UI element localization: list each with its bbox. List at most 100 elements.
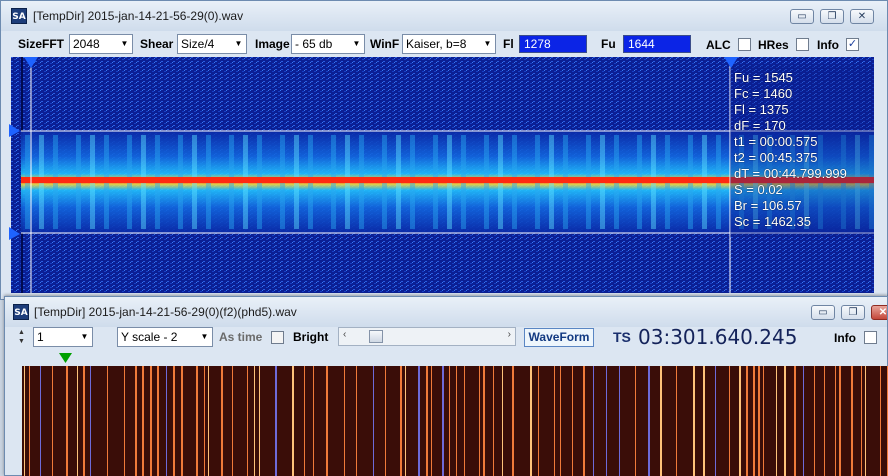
image-select[interactable]: - 65 db ▼ (291, 34, 365, 54)
spin-buttons[interactable]: ▲ ▼ (18, 328, 30, 346)
bright-label: Bright (293, 330, 329, 344)
phase-stripe (502, 366, 503, 476)
timestamp-display: 03:301.640.245 (638, 325, 798, 349)
sizefft-select[interactable]: 2048 ▼ (69, 34, 133, 54)
phase-stripe (729, 366, 730, 476)
restore-button[interactable]: ❐ (841, 305, 865, 320)
phase-stripe (259, 366, 260, 476)
readout-line: dF = 170 (734, 118, 786, 133)
sizefft-label: SizeFFT (18, 37, 65, 51)
phase-stripe (90, 366, 91, 476)
phase-stripe (418, 366, 420, 476)
check-icon: ✓ (847, 38, 858, 50)
phase-stripe (693, 366, 695, 476)
t2-marker-triangle-icon[interactable] (723, 57, 739, 69)
phase-stripe (593, 366, 594, 476)
phase-stripe (405, 366, 406, 476)
phase-stripe (83, 366, 85, 476)
phase-stripe (554, 366, 555, 476)
yscale-select[interactable]: Y scale - 2 ▼ (117, 327, 213, 347)
restore-button[interactable]: ❐ (820, 9, 844, 24)
phase-stripe (456, 366, 457, 476)
winf-label: WinF (370, 37, 400, 51)
fu-marker-triangle-icon[interactable] (9, 124, 21, 138)
as-time-checkbox[interactable] (271, 331, 284, 344)
winf-select[interactable]: Kaiser, b=8 ▼ (402, 34, 496, 54)
measurement-readout: Fu = 1545 Fc = 1460 Fl = 1375 dF = 170 t… (734, 70, 847, 230)
phase-stripe (464, 366, 465, 476)
readout-line: t2 = 00:45.375 (734, 150, 818, 165)
spectrogram-window: SA [TempDir] 2015-jan-14-21-56-29(0).wav… (0, 0, 888, 300)
hres-label: HRes (758, 38, 789, 52)
phase-display[interactable] (22, 366, 888, 476)
phase-stripe (479, 366, 480, 476)
phase-stripe (232, 366, 233, 476)
readout-line: Sc = 1462.35 (734, 214, 811, 229)
channel-select[interactable]: 1 ▼ (33, 327, 93, 347)
phase-stripe (824, 366, 825, 476)
waveform-button[interactable]: WaveForm (524, 328, 594, 347)
alc-checkbox[interactable] (738, 38, 751, 51)
info-checkbox[interactable]: ✓ (846, 38, 859, 51)
bright-slider[interactable]: ‹ › (338, 327, 516, 346)
spin-up-icon[interactable]: ▲ (18, 328, 30, 337)
as-time-label: As time (219, 330, 263, 344)
phase-stripe (839, 366, 841, 476)
position-marker-triangle-icon[interactable] (59, 353, 73, 364)
phase-stripe (24, 366, 25, 476)
title-bar[interactable]: SA [TempDir] 2015-jan-14-21-56-29(0).wav… (1, 1, 887, 31)
slider-thumb[interactable] (369, 330, 383, 343)
scroll-right-icon[interactable]: › (508, 329, 511, 340)
phase-stripe (385, 366, 386, 476)
phase-stripe (784, 366, 786, 476)
phase-stripe (763, 366, 764, 476)
close-icon: ✕ (878, 307, 888, 318)
phase-stripe (426, 366, 428, 476)
phase-stripe (746, 366, 748, 476)
dropdown-arrow-icon: ▼ (234, 39, 243, 48)
phase-stripe (107, 366, 108, 476)
fl-input[interactable]: 1278 (519, 35, 587, 53)
minimize-button[interactable]: ▭ (790, 9, 814, 24)
title-bar[interactable]: SA [TempDir] 2015-jan-14-21-56-29(0)(f2)… (5, 297, 887, 327)
scroll-left-icon[interactable]: ‹ (343, 329, 346, 340)
close-button[interactable]: ✕ (871, 305, 888, 320)
phase-stripe (40, 366, 41, 476)
phase-stripe (660, 366, 662, 476)
ts-label: TS (613, 329, 631, 345)
image-label: Image (255, 37, 290, 51)
readout-line: Fl = 1375 (734, 102, 789, 117)
hres-checkbox[interactable] (796, 38, 809, 51)
phase-stripe (560, 366, 561, 476)
info-label: Info (817, 38, 839, 52)
phase-stripe (538, 366, 539, 476)
restore-icon: ❐ (827, 11, 837, 22)
info-checkbox[interactable] (864, 331, 877, 344)
phase-stripe (776, 366, 777, 476)
fl-marker-triangle-icon[interactable] (9, 227, 21, 241)
dropdown-arrow-icon: ▼ (80, 332, 89, 341)
minimize-icon: ▭ (818, 307, 828, 318)
phase-stripe (619, 366, 620, 476)
close-button[interactable]: ✕ (850, 9, 874, 24)
restore-icon: ❐ (848, 307, 858, 318)
phase-stripe (676, 366, 677, 476)
phase-stripe (703, 366, 705, 476)
phase-stripe (794, 366, 796, 476)
phase-stripe (835, 366, 836, 476)
shear-select[interactable]: Size/4 ▼ (177, 34, 247, 54)
spin-down-icon[interactable]: ▼ (18, 337, 30, 346)
phase-stripe (275, 366, 277, 476)
phase-stripe (157, 366, 159, 476)
fu-input[interactable]: 1644 (623, 35, 691, 53)
minimize-button[interactable]: ▭ (811, 305, 835, 320)
dropdown-arrow-icon: ▼ (352, 39, 361, 48)
image-value: - 65 db (295, 37, 333, 51)
t1-marker-triangle-icon[interactable] (23, 57, 39, 69)
minimize-icon: ▭ (797, 11, 807, 22)
phase-stripe (326, 366, 328, 476)
shear-value: Size/4 (181, 37, 215, 51)
alc-label: ALC (706, 38, 731, 52)
phase-stripe (254, 366, 255, 476)
phase-stripe (572, 366, 573, 476)
